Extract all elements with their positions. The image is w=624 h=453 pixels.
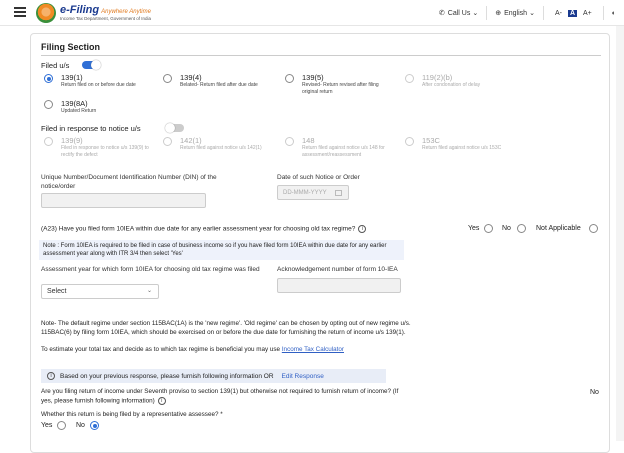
brand-tagline: Anywhere Anytime bbox=[101, 8, 151, 15]
radio-153c[interactable] bbox=[405, 137, 414, 146]
info-icon[interactable]: i bbox=[358, 225, 367, 233]
radio-119-2b[interactable] bbox=[405, 74, 414, 83]
language-label: English bbox=[504, 9, 528, 17]
notice-139-9-desc: Filed in response to notice u/s 139(9) t… bbox=[61, 145, 149, 158]
ay-select-value: Select bbox=[47, 288, 67, 295]
info-icon: i bbox=[47, 372, 55, 380]
ay-select[interactable]: Select ⌄ bbox=[41, 284, 159, 299]
brand-name: e-Filing bbox=[60, 3, 100, 16]
menu-icon[interactable] bbox=[14, 7, 26, 17]
notice-148-title: 148 bbox=[302, 136, 315, 145]
emblem-icon bbox=[36, 3, 56, 23]
info-icon[interactable]: i bbox=[157, 396, 166, 405]
phone-icon: ✆ bbox=[438, 10, 445, 17]
date-placeholder: DD-MMM-YYYY bbox=[283, 190, 327, 196]
option-139-5-desc: Revised- Return revised after filing ori… bbox=[302, 82, 379, 95]
calendar-icon bbox=[335, 190, 342, 196]
a23-na-label: Not Applicable bbox=[536, 225, 581, 232]
income-tax-calculator-link[interactable]: Income Tax Calculator bbox=[282, 346, 344, 353]
seventh-answer: No bbox=[590, 389, 599, 396]
scrollbar[interactable] bbox=[616, 26, 624, 441]
option-119-2b-title: 119(2)(b) bbox=[422, 73, 453, 82]
contrast-icon: ◐ bbox=[611, 9, 616, 17]
filed-us-label: Filed u/s bbox=[41, 61, 70, 70]
a23-no-label: No bbox=[502, 225, 511, 232]
font-decrease-button[interactable]: A- bbox=[555, 10, 562, 17]
ack-label: Acknowledgement number of form 10-IEA bbox=[277, 266, 398, 273]
section-title: Filing Section bbox=[41, 42, 101, 52]
a23-question-text: (A23) Have you filed form 10IEA within d… bbox=[41, 225, 356, 233]
rep-yes-label: Yes bbox=[41, 422, 53, 429]
chevron-down-icon: ⌄ bbox=[529, 10, 535, 17]
notice-153c-desc: Return filed against notice u/s 153C bbox=[422, 145, 502, 151]
seventh-proviso-question: Are you filing return of income under Se… bbox=[41, 388, 411, 406]
info-bar-text: Based on your previous response, please … bbox=[60, 372, 274, 380]
chevron-down-icon: ⌄ bbox=[146, 288, 152, 294]
globe-icon: ⊕ bbox=[495, 10, 502, 17]
font-size-controls: A- A A+ bbox=[542, 6, 603, 20]
radio-139-4[interactable] bbox=[163, 74, 172, 83]
radio-139-8a[interactable] bbox=[44, 100, 53, 109]
option-139-5-title: 139(5) bbox=[302, 73, 324, 82]
notice-142-1-desc: Return filed against notice u/s 142(1) bbox=[180, 145, 262, 151]
notice-153c-title: 153C bbox=[422, 136, 440, 145]
section-divider bbox=[41, 55, 601, 56]
din-label: Unique Number/Document Identification Nu… bbox=[41, 174, 217, 190]
seventh-question-text: Are you filing return of income under Se… bbox=[41, 388, 399, 405]
radio-139-1[interactable] bbox=[44, 74, 53, 83]
option-139-4-title: 139(4) bbox=[180, 73, 202, 82]
notice-142-1-title: 142(1) bbox=[180, 136, 202, 145]
representative-question: Whether this return is being filed by a … bbox=[41, 411, 223, 418]
option-119-2b-desc: After condonation of delay bbox=[422, 82, 481, 88]
regime-estimate: To estimate your total tax and decide as… bbox=[41, 346, 441, 355]
date-input[interactable]: DD-MMM-YYYY bbox=[277, 185, 349, 200]
a23-no-radio[interactable] bbox=[517, 224, 526, 233]
option-139-1-desc: Return filed on or before due date bbox=[61, 82, 136, 88]
notice-toggle[interactable] bbox=[165, 123, 184, 133]
top-navbar: e-Filing Anywhere Anytime Income Tax Depa… bbox=[0, 0, 624, 26]
radio-148[interactable] bbox=[285, 137, 294, 146]
radio-139-9[interactable] bbox=[44, 137, 53, 146]
a23-yes-radio[interactable] bbox=[484, 224, 493, 233]
chevron-down-icon: ⌄ bbox=[472, 10, 479, 17]
filed-us-toggle[interactable] bbox=[82, 60, 101, 70]
rep-no-label: No bbox=[76, 422, 85, 429]
regime-note: Note- The default regime under section 1… bbox=[41, 320, 411, 336]
efiling-logo[interactable]: e-Filing Anywhere Anytime Income Tax Depa… bbox=[36, 3, 151, 23]
rep-no-radio[interactable] bbox=[90, 421, 99, 430]
info-bar: i Based on your previous response, pleas… bbox=[41, 369, 386, 383]
ack-input[interactable] bbox=[277, 278, 401, 293]
option-139-1-title: 139(1) bbox=[61, 73, 83, 82]
rep-yes-radio[interactable] bbox=[57, 421, 66, 430]
a23-question: (A23) Have you filed form 10IEA within d… bbox=[41, 225, 367, 233]
option-139-8a-desc: Updated Return bbox=[61, 108, 97, 114]
date-label: Date of such Notice or Order bbox=[277, 174, 360, 181]
call-us-button[interactable]: ✆ Call Us ⌄ bbox=[431, 6, 486, 20]
option-139-8a-title: 139(8A) bbox=[61, 99, 88, 108]
notice-139-9-title: 139(9) bbox=[61, 136, 83, 145]
font-increase-button[interactable]: A+ bbox=[583, 10, 592, 17]
font-normal-button[interactable]: A bbox=[567, 9, 577, 17]
contrast-toggle[interactable]: ◐ bbox=[602, 6, 624, 20]
radio-139-5[interactable] bbox=[285, 74, 294, 83]
a23-note: Note : Form 10IEA is required to be file… bbox=[39, 240, 404, 261]
edit-response-link[interactable]: Edit Response bbox=[282, 373, 324, 380]
brand-subtitle: Income Tax Department, Government of Ind… bbox=[60, 15, 151, 21]
a23-na-radio[interactable] bbox=[589, 224, 598, 233]
regime-estimate-text: To estimate your total tax and decide as… bbox=[41, 346, 281, 353]
din-input[interactable] bbox=[41, 193, 206, 208]
call-us-label: Call Us bbox=[447, 9, 471, 17]
radio-142-1[interactable] bbox=[163, 137, 172, 146]
a23-yes-label: Yes bbox=[468, 225, 480, 232]
ay-label: Assessment year for which form 10IEA for… bbox=[41, 266, 260, 273]
language-select[interactable]: ⊕ English ⌄ bbox=[486, 6, 543, 20]
notice-label: Filed in response to notice u/s bbox=[41, 124, 141, 133]
option-139-4-desc: Belated- Return filed after due date bbox=[180, 82, 258, 88]
notice-148-desc: Return filed against notice u/s 148 for … bbox=[302, 145, 385, 158]
